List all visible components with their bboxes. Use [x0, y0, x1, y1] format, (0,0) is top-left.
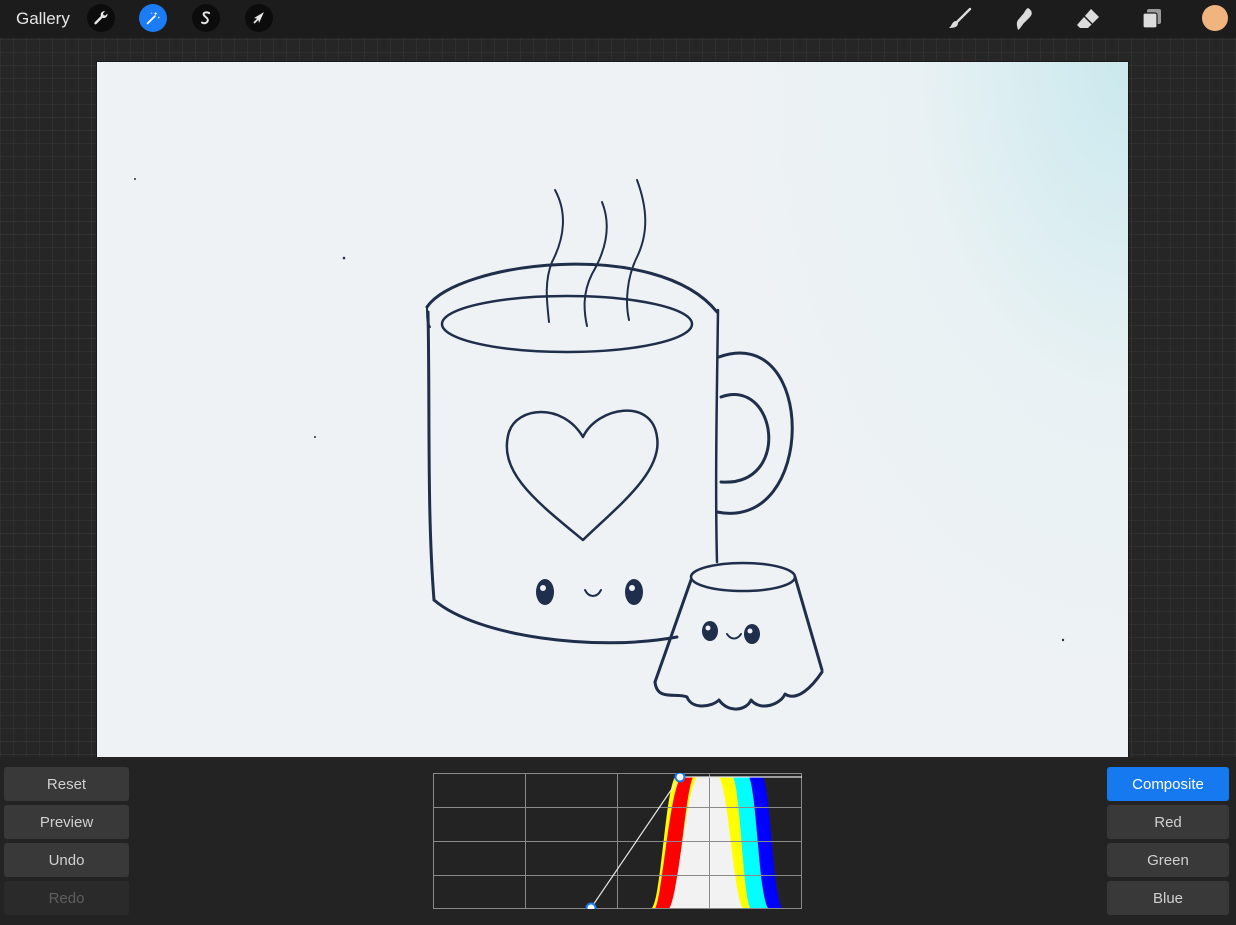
- layers-icon[interactable]: [1138, 5, 1166, 33]
- undo-button[interactable]: Undo: [4, 843, 129, 877]
- current-color-swatch[interactable]: [1202, 5, 1228, 31]
- top-toolbar: Gallery: [0, 0, 1236, 38]
- gallery-button[interactable]: Gallery: [16, 9, 70, 29]
- red-channel-button[interactable]: Red: [1107, 805, 1229, 839]
- blue-channel-button[interactable]: Blue: [1107, 881, 1229, 915]
- brush-icon[interactable]: [946, 5, 974, 33]
- histogram: [651, 777, 783, 909]
- eraser-icon[interactable]: [1074, 5, 1102, 33]
- redo-button[interactable]: Redo: [4, 881, 129, 915]
- smudge-icon[interactable]: [1010, 5, 1038, 33]
- arrow-cursor-icon[interactable]: [245, 4, 273, 32]
- wrench-icon[interactable]: [87, 4, 115, 32]
- composite-channel-button[interactable]: Composite: [1107, 767, 1229, 801]
- drawing-canvas[interactable]: [97, 62, 1128, 757]
- green-channel-button[interactable]: Green: [1107, 843, 1229, 877]
- mug-sketch-drawing: [134, 178, 1065, 711]
- magic-wand-icon[interactable]: [139, 4, 167, 32]
- curves-editor[interactable]: [433, 771, 802, 914]
- preview-button[interactable]: Preview: [4, 805, 129, 839]
- curve-point-white[interactable]: [674, 771, 686, 783]
- curve-point-black[interactable]: [585, 902, 597, 914]
- selection-s-icon[interactable]: [192, 4, 220, 32]
- reset-button[interactable]: Reset: [4, 767, 129, 801]
